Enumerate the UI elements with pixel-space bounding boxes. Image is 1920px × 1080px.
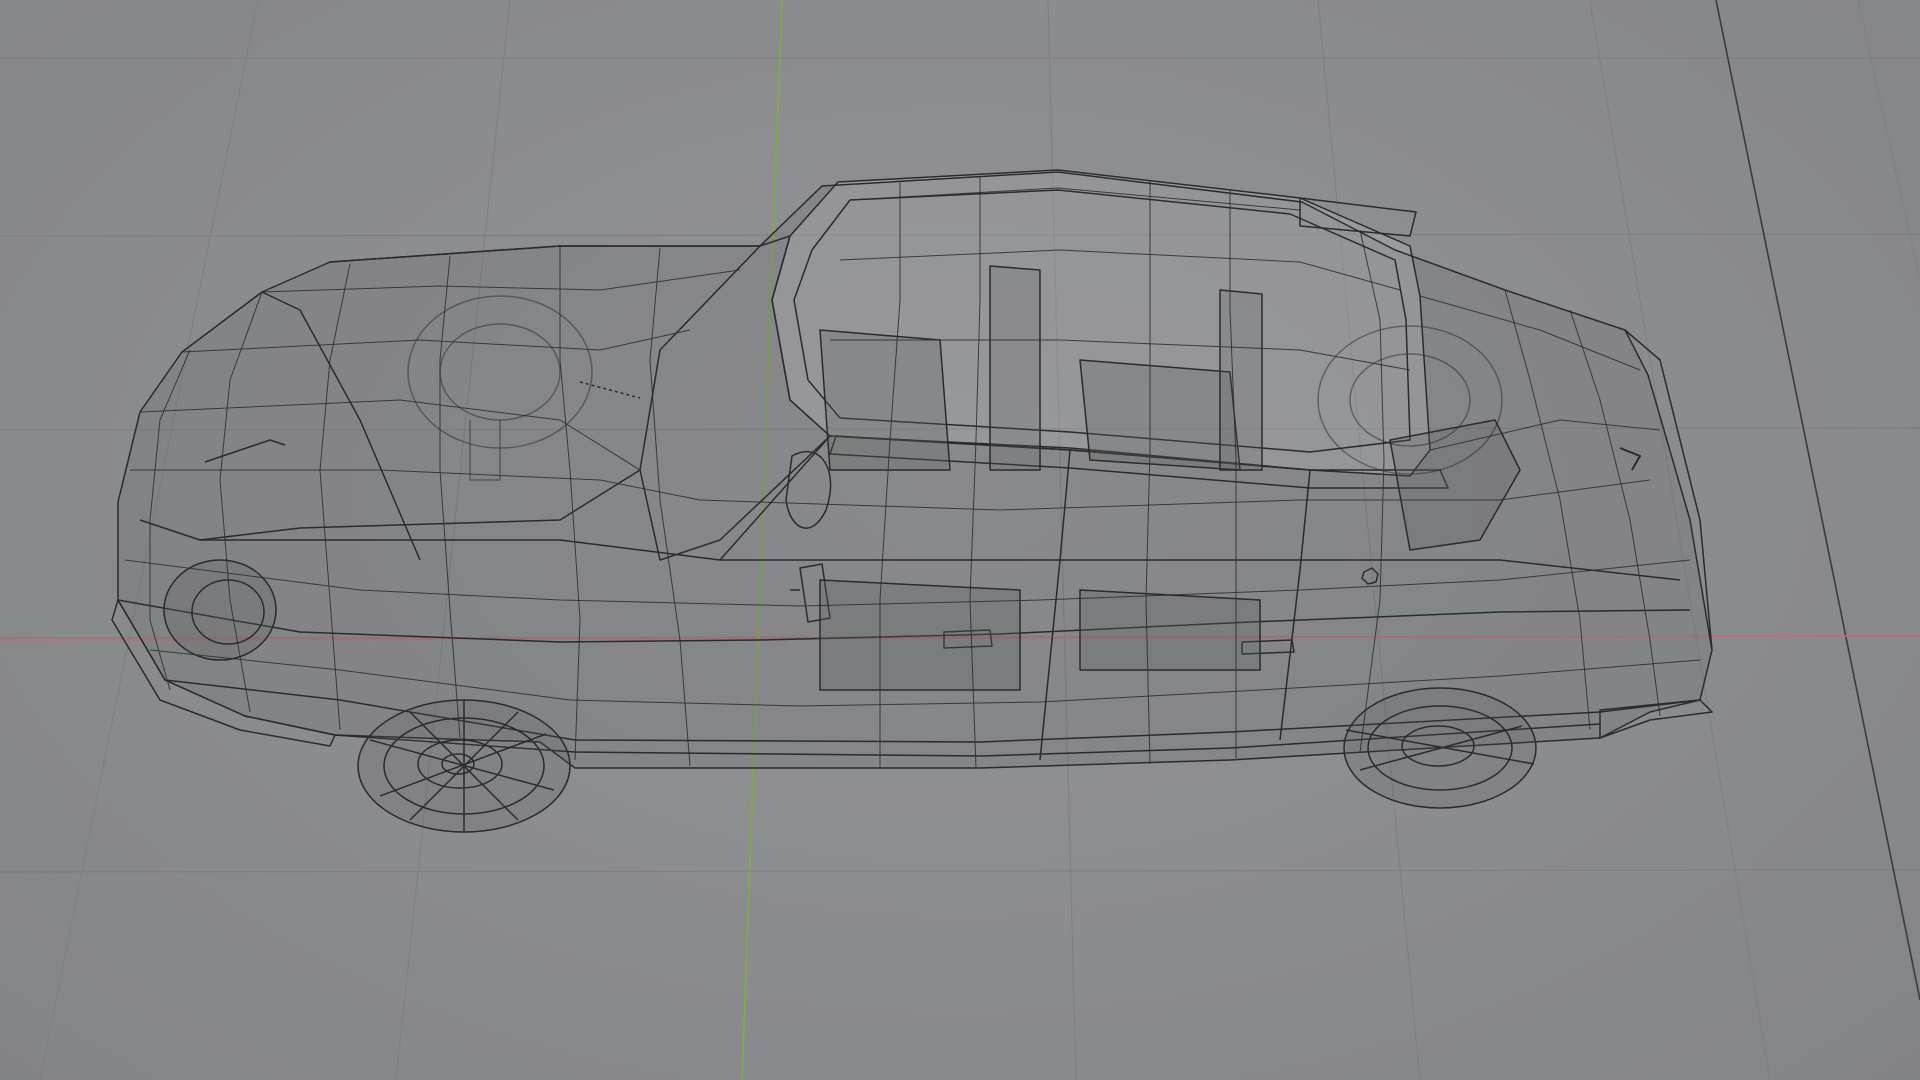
rear-left-wheel: [1343, 687, 1537, 809]
rear-left-seat: [1079, 359, 1241, 471]
3d-viewport[interactable]: [0, 0, 1920, 1080]
front-right-seat: [819, 579, 1021, 691]
front-left-wheel: [357, 699, 571, 833]
seat-backrest-1: [989, 265, 1041, 471]
car-model[interactable]: [111, 169, 1713, 833]
front-left-seat: [819, 329, 951, 471]
rear-right-seat: [1079, 589, 1261, 671]
headlight: [163, 559, 277, 661]
seat-backrest-2: [1219, 289, 1263, 471]
horizon-line: [1715, 0, 1920, 1001]
